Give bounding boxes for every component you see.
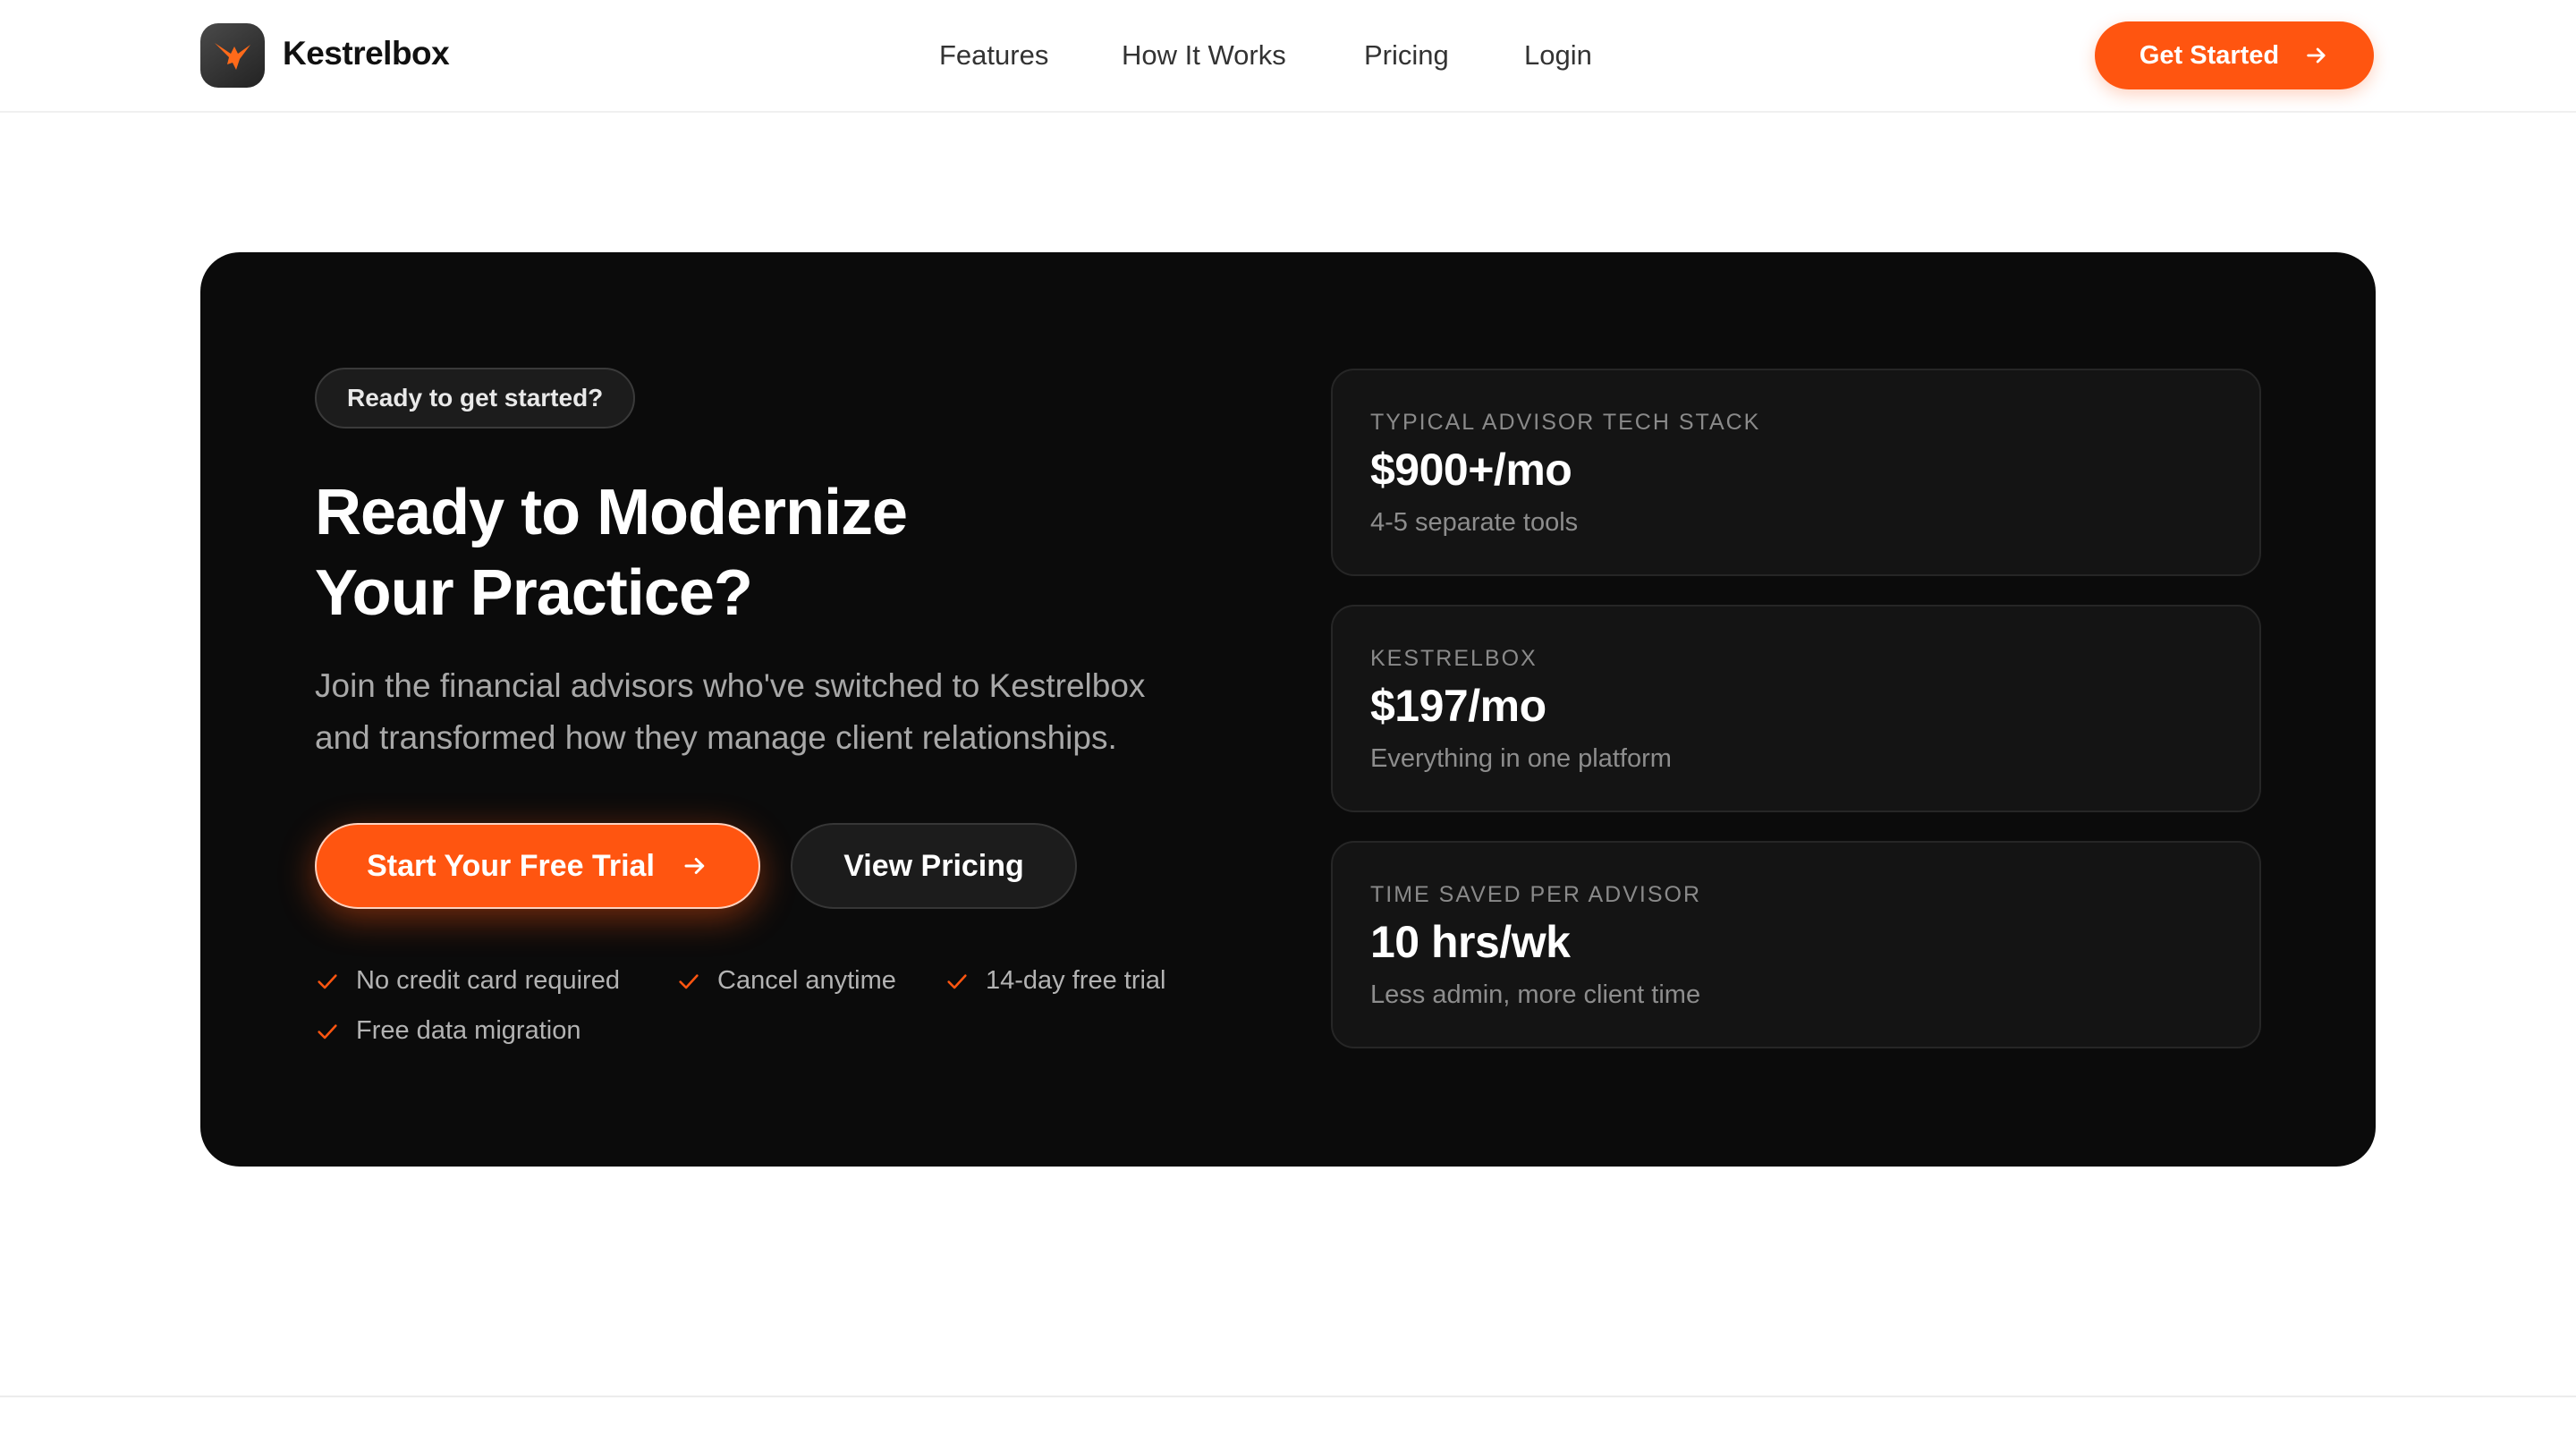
subtitle-line-2: and transformed how they manage client r… [315, 719, 1117, 756]
start-free-trial-label: Start Your Free Trial [367, 848, 655, 883]
status-badge: Ready to get started? [315, 368, 636, 429]
get-started-button[interactable]: Get Started [2095, 21, 2374, 89]
check-icon [947, 973, 967, 989]
stat-description: Everything in one platform [1370, 744, 1672, 773]
stat-description: 4-5 separate tools [1370, 508, 1579, 537]
check-icon [318, 973, 337, 989]
nav-features[interactable]: Features [939, 39, 1048, 72]
stat-description: Less admin, more client time [1370, 980, 1701, 1009]
start-free-trial-button[interactable]: Start Your Free Trial [315, 823, 760, 909]
brand-name[interactable]: Kestrelbox [283, 35, 450, 72]
check-icon [318, 1023, 337, 1039]
benefit-label: Cancel anytime [717, 966, 896, 995]
stat-value: 10 hrs/wk [1370, 917, 1571, 967]
benefit-item: Free data migration [315, 1016, 580, 1046]
site-header: Kestrelbox Features How It Works Pricing… [0, 0, 2576, 113]
benefit-label: No credit card required [356, 966, 620, 995]
get-started-label: Get Started [2139, 40, 2280, 70]
title-line-1: Ready to Modernize [315, 477, 908, 548]
kestrel-logo-icon[interactable] [200, 23, 265, 88]
arrow-right-icon [684, 858, 705, 874]
stat-label: TYPICAL ADVISOR TECH STACK [1370, 410, 1761, 435]
subtitle-line-1: Join the financial advisors who've switc… [315, 667, 1146, 704]
benefit-item: 14-day free trial [945, 966, 1166, 996]
stat-value: $197/mo [1370, 681, 1546, 731]
section-divider [0, 1396, 2576, 1397]
title-line-2: Your Practice? [315, 557, 753, 629]
nav-login[interactable]: Login [1524, 39, 1592, 72]
stat-label: TIME SAVED PER ADVISOR [1370, 882, 1702, 907]
stat-card-kestrelbox: KESTRELBOX $197/mo Everything in one pla… [1331, 605, 2261, 812]
view-pricing-button[interactable]: View Pricing [791, 823, 1077, 909]
benefit-item: Cancel anytime [676, 966, 896, 996]
benefit-label: 14-day free trial [986, 966, 1166, 995]
arrow-right-icon [2307, 47, 2326, 64]
stat-card-time-saved: TIME SAVED PER ADVISOR 10 hrs/wk Less ad… [1331, 841, 2261, 1048]
nav-pricing[interactable]: Pricing [1364, 39, 1449, 72]
benefit-item: No credit card required [315, 966, 620, 996]
benefit-label: Free data migration [356, 1016, 581, 1045]
stat-label: KESTRELBOX [1370, 646, 1538, 671]
nav-how-it-works[interactable]: How It Works [1122, 39, 1286, 72]
stat-value: $900+/mo [1370, 445, 1572, 495]
stat-card-tech-stack: TYPICAL ADVISOR TECH STACK $900+/mo 4-5 … [1331, 369, 2261, 576]
cta-panel: Ready to get started? Ready to Modernize… [200, 252, 2376, 1167]
page-title: Ready to Modernize Your Practice? [315, 472, 1120, 633]
check-icon [679, 973, 699, 989]
hero-subtitle: Join the financial advisors who've switc… [315, 660, 1209, 764]
